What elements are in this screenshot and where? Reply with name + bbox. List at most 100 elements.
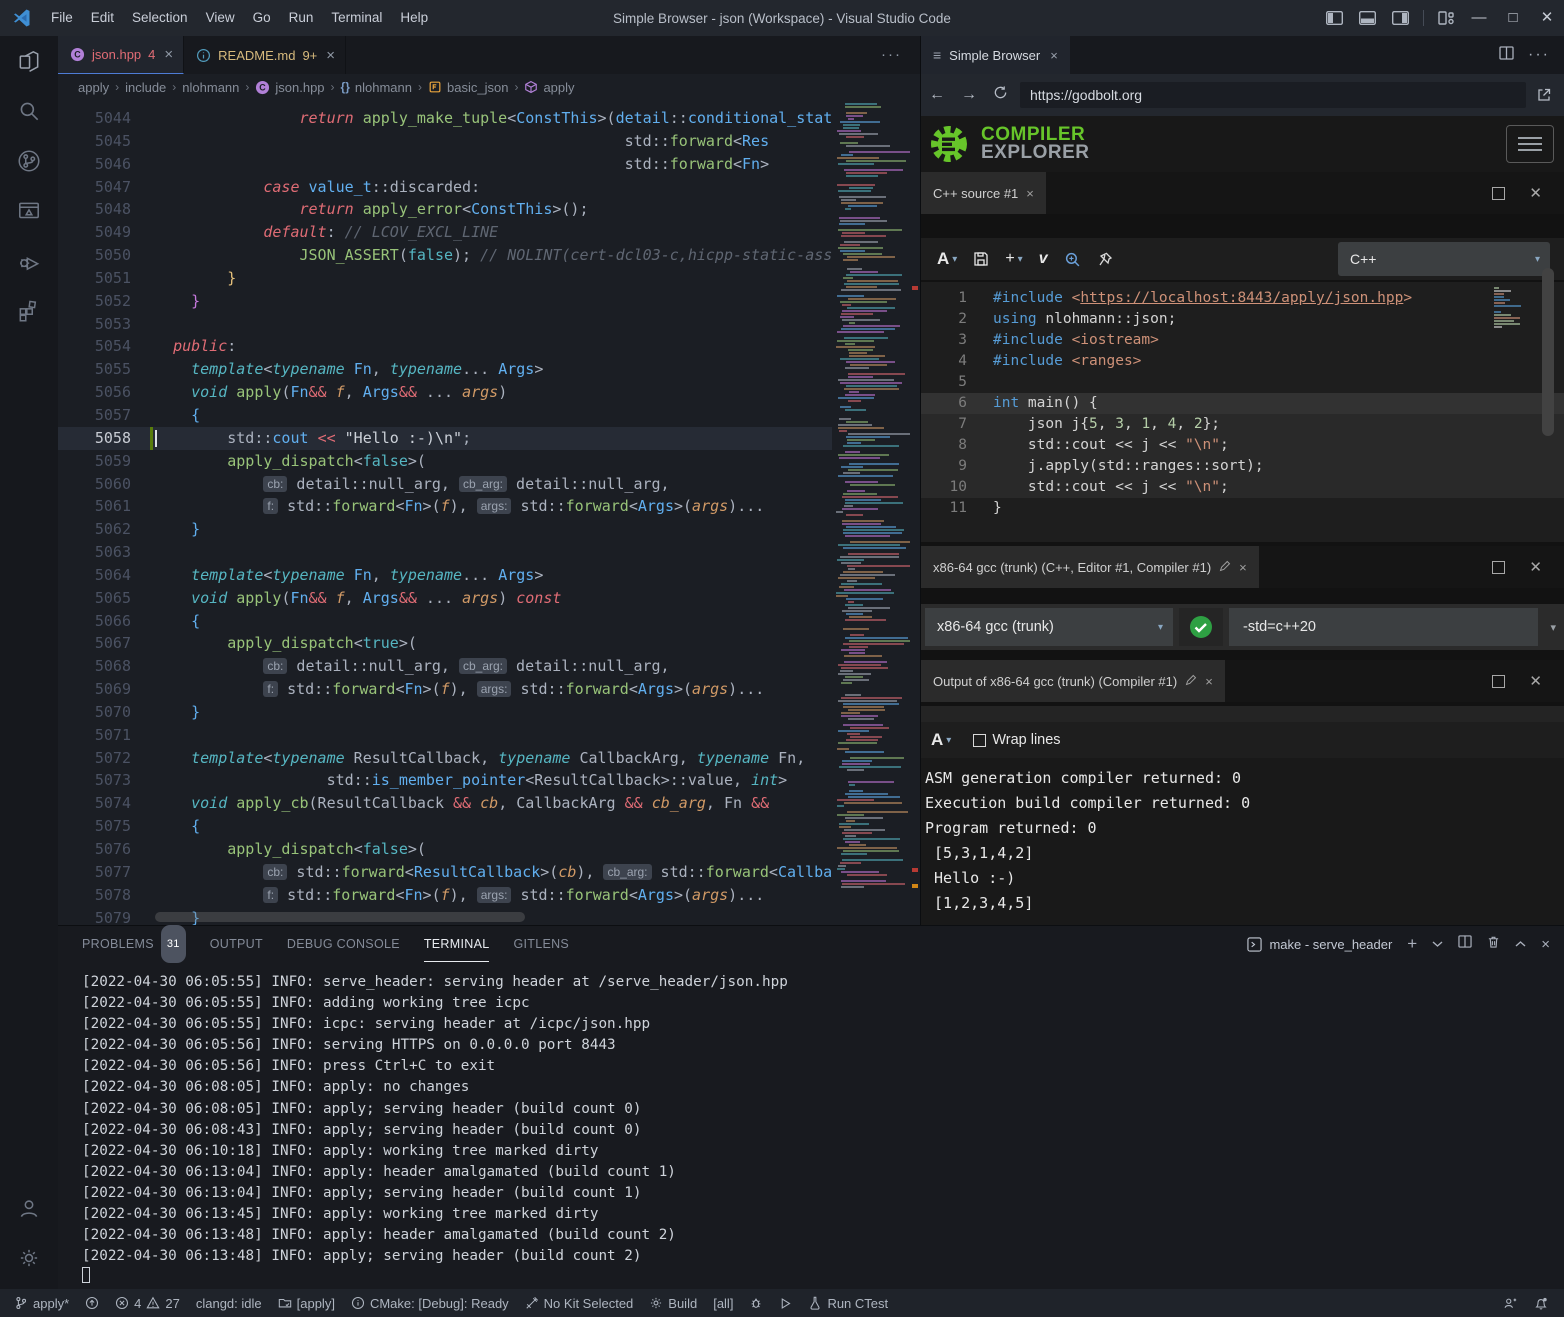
panel-tab-output[interactable]: OUTPUT bbox=[210, 926, 263, 962]
breadcrumb-item-json.hpp[interactable]: Cjson.hpp bbox=[255, 80, 324, 95]
menu-selection[interactable]: Selection bbox=[123, 0, 197, 36]
live-preview-icon[interactable] bbox=[0, 186, 58, 236]
horizontal-scrollbar[interactable] bbox=[155, 912, 525, 922]
options-dropdown-icon[interactable]: ▾ bbox=[1550, 621, 1556, 634]
close-window-button[interactable]: ✕ bbox=[1530, 0, 1564, 36]
close-icon[interactable]: × bbox=[164, 46, 173, 63]
code-editor[interactable]: 5044 return apply_make_tuple<ConstThis>(… bbox=[58, 100, 920, 925]
vim-mode-icon[interactable]: v bbox=[1039, 250, 1048, 268]
terminal-dropdown-icon[interactable] bbox=[1432, 935, 1443, 953]
add-pane-icon[interactable]: +▾ bbox=[1005, 250, 1022, 268]
problems-item[interactable]: 4 27 bbox=[107, 1289, 188, 1317]
ce-code-line[interactable]: 11} bbox=[921, 498, 1564, 519]
code-line[interactable]: 5055 template<typename Fn, typename... A… bbox=[58, 358, 920, 381]
code-line[interactable]: 5060 cb: detail::null_arg, cb_arg: detai… bbox=[58, 473, 920, 496]
ce-scrollbar[interactable] bbox=[1542, 268, 1554, 436]
code-line[interactable]: 5077 cb: std::forward<ResultCallback>(cb… bbox=[58, 861, 920, 884]
code-line[interactable]: 5071 bbox=[58, 724, 920, 747]
minimap[interactable] bbox=[832, 102, 910, 909]
kill-terminal-icon[interactable] bbox=[1487, 935, 1500, 954]
language-select[interactable]: C++▾ bbox=[1338, 242, 1550, 276]
menu-edit[interactable]: Edit bbox=[82, 0, 123, 36]
pin-icon[interactable] bbox=[1097, 251, 1113, 267]
compiler-explorer-logo-icon[interactable] bbox=[927, 121, 973, 167]
panel-tab-debug-console[interactable]: DEBUG CONSOLE bbox=[287, 926, 400, 962]
code-line[interactable]: 5061 f: std::forward<Fn>(f), args: std::… bbox=[58, 495, 920, 518]
ce-code-line[interactable]: 10 std::cout << j << "\n"; bbox=[921, 477, 1564, 498]
menu-help[interactable]: Help bbox=[391, 0, 437, 36]
code-line[interactable]: 5062 } bbox=[58, 518, 920, 541]
ce-compiler-tab[interactable]: x86-64 gcc (trunk) (C++, Editor #1, Comp… bbox=[921, 546, 1259, 588]
url-input[interactable]: https://godbolt.org bbox=[1020, 82, 1526, 108]
maximize-pane-icon[interactable] bbox=[1492, 675, 1505, 688]
code-line[interactable]: 5059 apply_dispatch<false>( bbox=[58, 450, 920, 473]
code-line[interactable]: 5053 bbox=[58, 313, 920, 336]
wrap-lines-checkbox[interactable]: Wrap lines bbox=[973, 732, 1060, 748]
new-terminal-icon[interactable]: + bbox=[1407, 934, 1417, 954]
code-line[interactable]: 5066 { bbox=[58, 610, 920, 633]
reload-icon[interactable] bbox=[993, 85, 1008, 105]
customize-layout-icon[interactable] bbox=[1438, 11, 1454, 25]
breadcrumb-item-nlohmann[interactable]: nlohmann bbox=[182, 80, 239, 95]
build-target-item[interactable]: [all] bbox=[705, 1289, 741, 1317]
close-pane-icon[interactable]: ✕ bbox=[1529, 558, 1542, 576]
launch-target-icon[interactable] bbox=[771, 1289, 800, 1317]
code-line[interactable]: 5063 bbox=[58, 541, 920, 564]
code-line[interactable]: 5047 case value_t::discarded: bbox=[58, 176, 920, 199]
code-line[interactable]: 5073 std::is_member_pointer<ResultCallba… bbox=[58, 769, 920, 792]
toggle-sidebar-left-icon[interactable] bbox=[1326, 11, 1343, 25]
toggle-sidebar-right-icon[interactable] bbox=[1392, 11, 1409, 25]
maximize-button[interactable]: □ bbox=[1496, 0, 1530, 36]
code-line[interactable]: 5058 std::cout << "Hello :-)\n"; bbox=[58, 427, 920, 450]
ce-code-line[interactable]: 1#include <https://localhost:8443/apply/… bbox=[921, 288, 1564, 309]
ce-code-line[interactable]: 3#include <iostream> bbox=[921, 330, 1564, 351]
ce-source-editor[interactable]: 1#include <https://localhost:8443/apply/… bbox=[921, 282, 1564, 542]
close-icon[interactable]: × bbox=[326, 47, 335, 64]
panel-tab-terminal[interactable]: TERMINAL bbox=[424, 926, 490, 962]
feedback-icon[interactable] bbox=[1495, 1289, 1526, 1317]
extensions-icon[interactable] bbox=[0, 286, 58, 336]
maximize-pane-icon[interactable] bbox=[1492, 187, 1505, 200]
rename-icon[interactable] bbox=[1185, 674, 1197, 689]
breadcrumb-item-apply[interactable]: apply bbox=[524, 80, 574, 95]
ce-code-line[interactable]: 4#include <ranges> bbox=[921, 351, 1564, 372]
close-pane-icon[interactable]: ✕ bbox=[1529, 672, 1542, 690]
menu-go[interactable]: Go bbox=[244, 0, 280, 36]
code-line[interactable]: 5076 apply_dispatch<false>( bbox=[58, 838, 920, 861]
cmake-status-item[interactable]: CMake: [Debug]: Ready bbox=[343, 1289, 517, 1317]
font-size-icon[interactable]: A▾ bbox=[931, 730, 951, 750]
tab-simple-browser[interactable]: ≡ Simple Browser × bbox=[921, 36, 1070, 74]
terminal-output[interactable]: [2022-04-30 06:05:55] INFO: serve_header… bbox=[82, 972, 1554, 1285]
code-line[interactable]: 5050 JSON_ASSERT(false); // NOLINT(cert-… bbox=[58, 244, 920, 267]
ce-source-tab[interactable]: C++ source #1 × bbox=[921, 172, 1046, 214]
breadcrumb-item-include[interactable]: include bbox=[125, 80, 166, 95]
ce-code-line[interactable]: 2using nlohmann::json; bbox=[921, 309, 1564, 330]
close-pane-icon[interactable]: ✕ bbox=[1529, 184, 1542, 202]
close-icon[interactable]: × bbox=[1050, 48, 1058, 63]
cmake-folder-item[interactable]: [apply] bbox=[270, 1289, 343, 1317]
back-icon[interactable]: ← bbox=[929, 86, 945, 104]
code-line[interactable]: 5056 void apply(Fn&& f, Args&& ... args) bbox=[58, 381, 920, 404]
font-size-icon[interactable]: A▾ bbox=[937, 249, 957, 269]
maximize-pane-icon[interactable] bbox=[1492, 561, 1505, 574]
split-terminal-icon[interactable] bbox=[1458, 935, 1472, 953]
close-icon[interactable]: × bbox=[1026, 186, 1034, 201]
close-icon[interactable]: × bbox=[1205, 674, 1213, 689]
code-line[interactable]: 5067 apply_dispatch<true>( bbox=[58, 632, 920, 655]
panel-tab-problems[interactable]: PROBLEMS31 bbox=[82, 926, 186, 962]
notifications-bell-icon[interactable] bbox=[1526, 1289, 1556, 1317]
git-branch-item[interactable]: apply* bbox=[6, 1289, 77, 1317]
code-line[interactable]: 5054 public: bbox=[58, 335, 920, 358]
toggle-panel-icon[interactable] bbox=[1359, 11, 1376, 25]
menu-file[interactable]: File bbox=[42, 0, 82, 36]
debug-target-icon[interactable] bbox=[741, 1289, 771, 1317]
code-line[interactable]: 5065 void apply(Fn&& f, Args&& ... args)… bbox=[58, 587, 920, 610]
ce-code-line[interactable]: 5 bbox=[921, 372, 1564, 393]
publish-item[interactable] bbox=[77, 1289, 107, 1317]
code-line[interactable]: 5075 { bbox=[58, 815, 920, 838]
code-line[interactable]: 5049 default: // LCOV_EXCL_LINE bbox=[58, 221, 920, 244]
compiler-select[interactable]: x86-64 gcc (trunk)▾ bbox=[925, 608, 1173, 646]
code-line[interactable]: 5068 cb: detail::null_arg, cb_arg: detai… bbox=[58, 655, 920, 678]
maximize-panel-icon[interactable] bbox=[1515, 935, 1526, 953]
close-panel-icon[interactable]: × bbox=[1541, 936, 1550, 953]
